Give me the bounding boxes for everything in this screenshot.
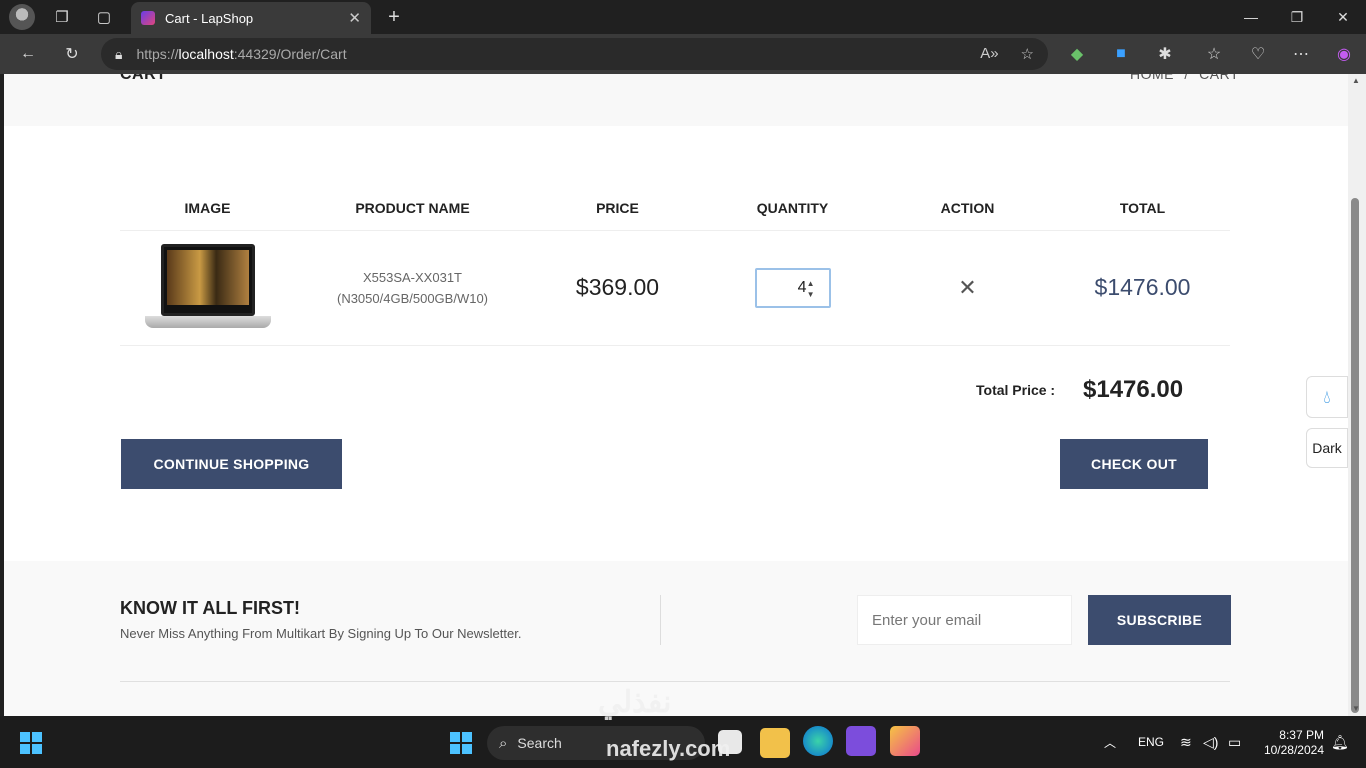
- url-rest: :44329/Order/Cart: [233, 46, 347, 62]
- dark-mode-toggle[interactable]: Dark: [1306, 428, 1348, 468]
- notification-bell-icon[interactable]: 🔔︎: [1331, 716, 1349, 768]
- volume-icon[interactable]: ◁): [1203, 716, 1218, 768]
- clock-date: 10/28/2024: [1263, 743, 1324, 757]
- performance-icon[interactable]: ♡: [1243, 34, 1273, 74]
- browser-toolbar: ← ↻ 🔒︎ https://localhost:44329/Order/Car…: [0, 34, 1366, 74]
- language-indicator[interactable]: ENG: [1138, 716, 1164, 768]
- new-tab-icon[interactable]: +: [382, 0, 406, 34]
- wifi-icon[interactable]: ≋: [1180, 716, 1192, 768]
- page-content: CART HOME / CART IMAGE PRODUCT NAME PRIC…: [4, 74, 1348, 716]
- total-price-label: Total Price :: [976, 382, 1056, 398]
- subscribe-button[interactable]: SUBSCRIBE: [1088, 595, 1231, 645]
- extensions-puzzle-icon[interactable]: ✱: [1150, 34, 1180, 74]
- show-hidden-icons-icon[interactable]: ︿: [1104, 716, 1116, 768]
- minimize-icon[interactable]: —: [1228, 0, 1274, 34]
- page-title: CART: [120, 74, 167, 83]
- visual-studio-favicon-icon: [141, 11, 155, 25]
- read-aloud-icon[interactable]: A»: [980, 45, 998, 63]
- battery-icon[interactable]: ▭: [1228, 716, 1241, 768]
- watermark-latin: nafezly.com: [606, 736, 731, 761]
- url-host: localhost: [178, 46, 234, 62]
- newsletter-title: KNOW IT ALL FIRST!: [120, 598, 300, 618]
- col-total: TOTAL: [1055, 186, 1230, 231]
- product-name-line2[interactable]: (N3050/4GB/500GB/W10): [295, 288, 530, 309]
- line-total: $1476.00: [1094, 274, 1191, 300]
- scroll-thumb[interactable]: [1351, 198, 1359, 713]
- start-menu-icon[interactable]: [450, 732, 472, 754]
- tab-cart[interactable]: Cart - LapShop ✕: [131, 2, 371, 34]
- newsletter-divider: [660, 595, 661, 645]
- product-name-line1[interactable]: X553SA-XX031T: [295, 267, 530, 288]
- continue-shopping-button[interactable]: CONTINUE SHOPPING: [121, 439, 342, 489]
- product-image-cell: [120, 230, 295, 346]
- scroll-down-icon[interactable]: ▼: [1352, 704, 1360, 713]
- visual-studio-icon[interactable]: [846, 726, 876, 756]
- action-cell: ✕: [880, 230, 1055, 346]
- quantity-stepper[interactable]: 4 ▲ ▼: [754, 267, 831, 308]
- quantity-cell: 4 ▲ ▼: [705, 230, 880, 346]
- col-quantity: QUANTITY: [705, 186, 880, 231]
- cart-table: IMAGE PRODUCT NAME PRICE QUANTITY ACTION…: [120, 186, 1230, 346]
- remove-item-icon[interactable]: ✕: [958, 275, 976, 300]
- widgets-icon[interactable]: [20, 732, 42, 754]
- col-image: IMAGE: [120, 186, 295, 231]
- checkout-button[interactable]: CHECK OUT: [1060, 439, 1208, 489]
- quantity-value: 4: [797, 278, 807, 296]
- search-icon: ⌕: [499, 734, 508, 752]
- product-name-cell: X553SA-XX031T (N3050/4GB/500GB/W10): [295, 230, 530, 346]
- favorite-star-icon[interactable]: ☆: [1021, 45, 1034, 63]
- extension-color-icon[interactable]: ◆: [1062, 34, 1092, 74]
- line-total-cell: $1476.00: [1055, 230, 1230, 346]
- col-product-name: PRODUCT NAME: [295, 186, 530, 231]
- breadcrumb: HOME / CART: [1130, 74, 1245, 82]
- spinner-arrows-icon[interactable]: ▲ ▼: [807, 278, 815, 300]
- close-tab-icon[interactable]: ✕: [348, 9, 361, 27]
- favorites-icon[interactable]: ☆: [1199, 34, 1229, 74]
- extension-drop-icon[interactable]: ■: [1106, 34, 1136, 74]
- address-bar[interactable]: 🔒︎ https://localhost:44329/Order/Cart A»…: [101, 38, 1048, 70]
- color-picker-drop-icon[interactable]: 💧︎: [1306, 376, 1348, 418]
- lock-icon[interactable]: 🔒︎: [115, 46, 122, 63]
- back-arrow-icon[interactable]: ←: [13, 34, 43, 74]
- breadcrumb-section: CART HOME / CART: [4, 74, 1348, 126]
- app-icon-2[interactable]: [890, 726, 920, 756]
- url-prefix: https://: [136, 46, 179, 62]
- laptop-image[interactable]: [144, 243, 271, 332]
- workspaces-icon[interactable]: ❐: [45, 0, 79, 34]
- cart-header-row: IMAGE PRODUCT NAME PRICE QUANTITY ACTION…: [120, 186, 1230, 231]
- more-menu-icon[interactable]: ⋯: [1286, 34, 1316, 74]
- search-label: Search: [517, 735, 562, 751]
- refresh-icon[interactable]: ↻: [57, 34, 87, 74]
- unit-price: $369.00: [575, 274, 660, 300]
- scroll-up-icon[interactable]: ▲: [1352, 76, 1360, 85]
- clock-time: 8:37 PM: [1279, 728, 1324, 742]
- col-price: PRICE: [530, 186, 705, 231]
- col-action: ACTION: [880, 186, 1055, 231]
- breadcrumb-separator: /: [1184, 74, 1189, 82]
- total-price-value: $1476.00: [1083, 376, 1184, 403]
- breadcrumb-home[interactable]: HOME: [1130, 74, 1174, 82]
- edge-icon[interactable]: [803, 726, 833, 756]
- restore-icon[interactable]: ❐: [1274, 0, 1320, 34]
- newsletter-subtitle: Never Miss Anything From Multikart By Si…: [120, 626, 522, 641]
- watermark-arabic: نفذلي: [598, 686, 672, 719]
- browser-tab-bar: ❐ ▢ Cart - LapShop ✕ + — ❐ ✕: [0, 0, 1366, 34]
- clock[interactable]: 8:37 PM 10/28/2024: [1258, 728, 1324, 758]
- tab-title: Cart - LapShop: [165, 10, 254, 26]
- footer-divider: [120, 681, 1230, 682]
- breadcrumb-current: CART: [1199, 74, 1240, 82]
- copilot-icon[interactable]: ◉: [1329, 34, 1359, 74]
- file-explorer-icon[interactable]: [760, 728, 790, 758]
- price-cell: $369.00: [530, 230, 705, 346]
- close-window-icon[interactable]: ✕: [1320, 0, 1366, 34]
- table-row: X553SA-XX031T (N3050/4GB/500GB/W10) $369…: [120, 230, 1230, 346]
- email-field[interactable]: Enter your email: [857, 595, 1072, 645]
- tab-actions-icon[interactable]: ▢: [87, 0, 121, 34]
- profile-avatar[interactable]: [9, 4, 35, 30]
